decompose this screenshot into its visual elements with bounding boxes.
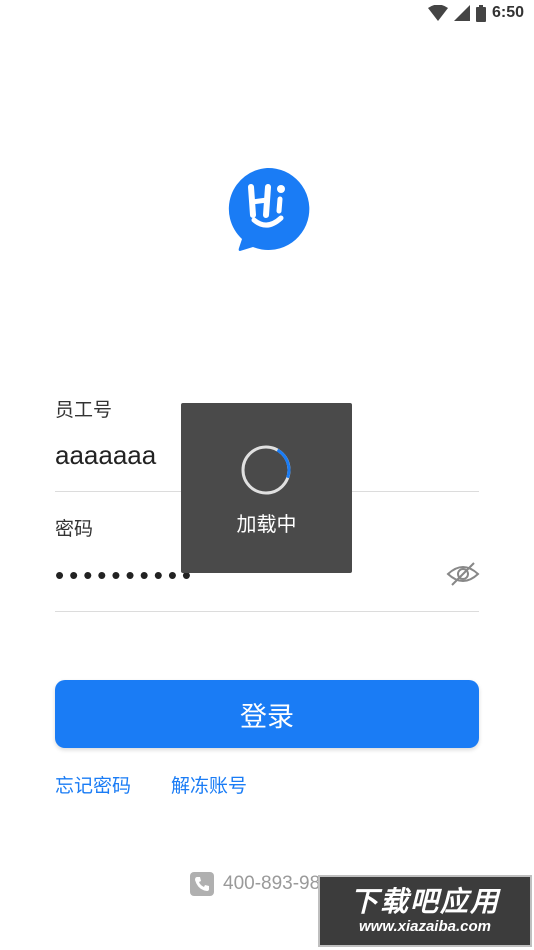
status-icons: 6:50 [427,4,524,22]
signal-icon [453,5,470,21]
unfreeze-account-link[interactable]: 解冻账号 [171,771,247,798]
login-button-label: 登录 [240,701,294,732]
app-logo-icon [228,167,310,251]
loading-spinner-icon [241,445,291,495]
status-time: 6:50 [491,4,524,21]
status-bar: 6:50 [0,0,534,28]
employee-id-label: 员工号 [55,400,113,421]
password-divider [55,611,479,612]
watermark-title: 下载吧应用 [349,886,500,917]
watermark-logo: 下载吧应用 www.xiazaiba.com [318,875,532,947]
employee-id-input[interactable]: aaaaaaa [55,440,156,471]
loading-text: 加载中 [236,514,297,536]
battery-icon [475,4,486,22]
password-visibility-toggle-icon[interactable] [446,560,480,588]
loading-dialog: 加载中 [181,403,352,573]
login-button[interactable]: 登录 [55,680,479,748]
watermark-url: www.xiazaiba.com [359,918,491,935]
forgot-password-link[interactable]: 忘记密码 [55,771,131,798]
password-input[interactable]: •••••••••• [55,560,196,591]
phone-icon [190,872,214,896]
password-label: 密码 [55,519,94,540]
wifi-icon [427,5,448,21]
